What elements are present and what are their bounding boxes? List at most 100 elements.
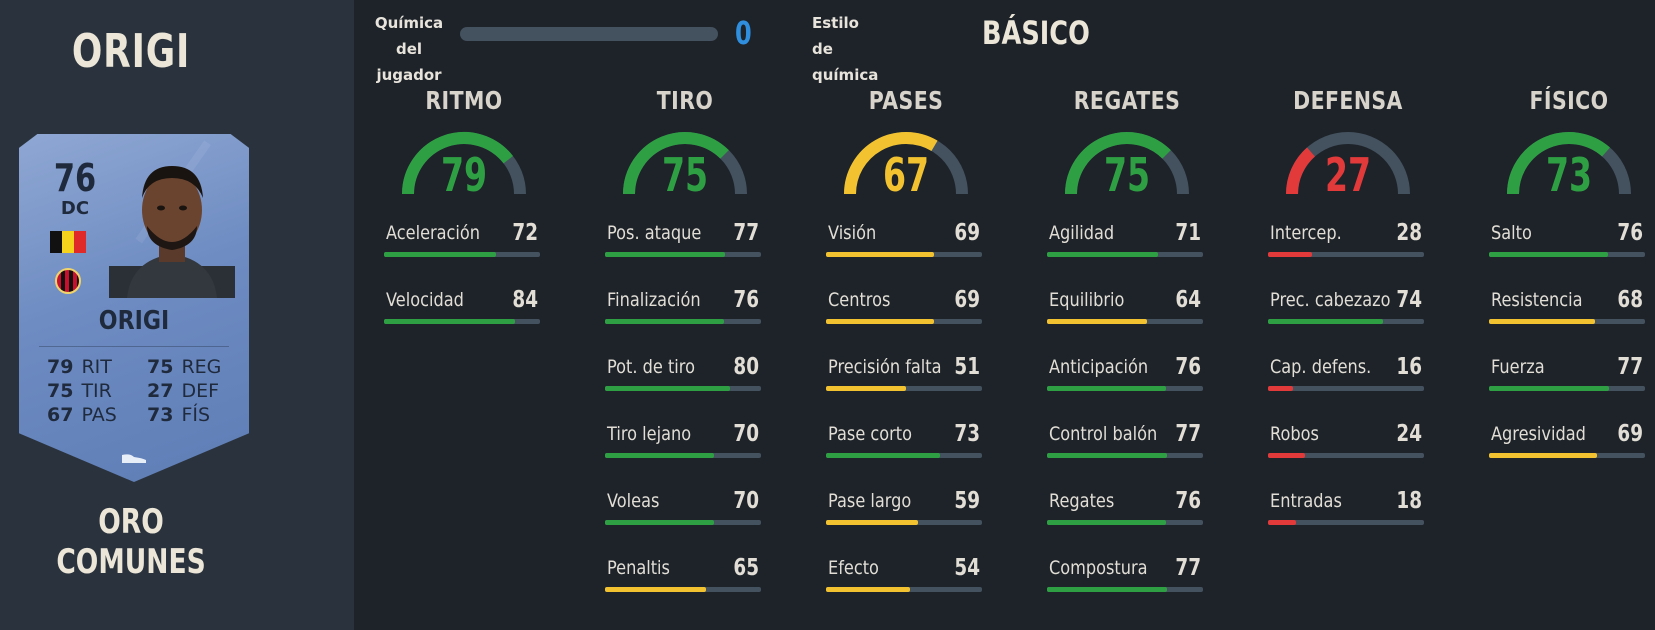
- attribute-value: 72: [512, 220, 538, 246]
- attribute-bar: [605, 252, 761, 257]
- attribute-bar: [826, 386, 982, 391]
- belgium-flag-icon: [50, 231, 86, 253]
- attribute-list: Salto 76 Resistencia 68 Fuerza 77 Agresividad 6…: [1489, 220, 1649, 490]
- attribute-name: Control balón: [1049, 423, 1158, 445]
- stat-column-title: FÍSICO: [1529, 86, 1609, 115]
- attribute-row: Aceleración 72: [384, 220, 544, 289]
- player-title: ORIGI: [71, 24, 191, 78]
- card-divider: [39, 346, 229, 347]
- stat-gauge: 79: [398, 128, 530, 204]
- attribute-row: Agilidad 71: [1047, 220, 1207, 289]
- stat-column-4: DEFENSA 27 Intercep. 28 Prec. cabezazo 74 Cap.…: [1268, 86, 1428, 525]
- attribute-name: Tiro lejano: [607, 423, 692, 445]
- attribute-row: Cap. defens. 16: [1268, 354, 1428, 423]
- attribute-bar-fill: [826, 587, 911, 592]
- attribute-name: Penaltis: [607, 557, 670, 579]
- attribute-name: Cap. defens.: [1270, 356, 1372, 378]
- chemistry-value: 0: [735, 14, 752, 52]
- attribute-name: Aceleración: [386, 222, 481, 244]
- attribute-name: Velocidad: [386, 289, 464, 311]
- stat-column-0: RITMO 79 Aceleración 72 Velocidad 84: [384, 86, 544, 324]
- attribute-bar: [826, 587, 982, 592]
- attribute-bar-fill: [1047, 252, 1158, 257]
- attribute-value: 69: [954, 287, 980, 313]
- attribute-bar: [826, 520, 982, 525]
- attribute-bar-fill: [826, 319, 934, 324]
- attribute-row: Pase corto 73: [826, 421, 986, 490]
- attribute-bar-fill: [1047, 587, 1168, 592]
- attribute-name: Visión: [828, 222, 877, 244]
- attribute-bar: [1268, 252, 1424, 257]
- gauge-value: 27: [1324, 148, 1372, 202]
- attribute-value: 76: [1175, 488, 1201, 514]
- attribute-row: Pase largo 59: [826, 488, 986, 557]
- boot-icon: [122, 454, 146, 463]
- card-stat-tir: 75 TIR: [47, 380, 112, 402]
- attribute-bar-fill: [605, 520, 715, 525]
- attribute-bar-fill: [605, 587, 707, 592]
- card-stat-reg: 75 REG: [147, 356, 222, 378]
- attribute-bar-fill: [1489, 453, 1597, 458]
- attribute-bar: [1047, 587, 1203, 592]
- attribute-bar: [1489, 386, 1645, 391]
- attribute-name: Robos: [1270, 423, 1319, 445]
- attribute-row: Visión 69: [826, 220, 986, 289]
- attribute-bar: [1489, 319, 1645, 324]
- attribute-value: 16: [1396, 354, 1422, 380]
- attribute-bar: [1268, 520, 1424, 525]
- attribute-value: 71: [1175, 220, 1201, 246]
- attribute-row: Efecto 54: [826, 555, 986, 624]
- stat-gauge: 75: [619, 128, 751, 204]
- attribute-value: 76: [733, 287, 759, 313]
- attribute-value: 51: [954, 354, 980, 380]
- attribute-value: 73: [954, 421, 980, 447]
- attribute-bar-fill: [605, 319, 724, 324]
- card-stat-def: 27 DEF: [147, 380, 220, 402]
- attribute-row: Compostura 77: [1047, 555, 1207, 624]
- attribute-bar-fill: [1268, 319, 1384, 324]
- attribute-value: 74: [1396, 287, 1422, 313]
- attribute-name: Fuerza: [1491, 356, 1545, 378]
- attribute-bar: [1268, 319, 1424, 324]
- attribute-row: Velocidad 84: [384, 287, 544, 356]
- attribute-name: Salto: [1491, 222, 1532, 244]
- attribute-bar-fill: [1268, 520, 1297, 525]
- attribute-bar-fill: [826, 520, 919, 525]
- stat-column-title: REGATES: [1073, 86, 1181, 115]
- chemistry-bar: [460, 27, 718, 41]
- card-stat-fis: 73 FÍS: [147, 404, 211, 426]
- attribute-row: Precisión falta 51: [826, 354, 986, 423]
- attribute-row: Prec. cabezazo 74: [1268, 287, 1428, 356]
- attribute-name: Pase corto: [828, 423, 913, 445]
- stat-column-3: REGATES 75 Agilidad 71 Equilibrio 64 Anticipac…: [1047, 86, 1207, 592]
- card-rating: 76: [53, 156, 97, 200]
- attribute-bar: [1268, 453, 1424, 458]
- attribute-name: Intercep.: [1270, 222, 1342, 244]
- stat-column-1: TIRO 75 Pos. ataque 77 Finalización 76 Pot. de…: [605, 86, 765, 592]
- chemistry-style-value[interactable]: BÁSICO: [982, 14, 1090, 52]
- gauge-value: 73: [1545, 148, 1593, 202]
- stat-column-2: PASES 67 Visión 69 Centros 69 Precisión falta 5…: [826, 86, 986, 592]
- attribute-bar-fill: [605, 453, 715, 458]
- attribute-value: 76: [1617, 220, 1643, 246]
- attribute-bar: [605, 587, 761, 592]
- attribute-name: Anticipación: [1049, 356, 1149, 378]
- attribute-name: Prec. cabezazo: [1270, 289, 1391, 311]
- attribute-bar: [1047, 453, 1203, 458]
- card-stat-rit: 79 RIT: [47, 356, 112, 378]
- player-card[interactable]: 76 DC ORIGI 79 RIT 75 REG 75 TIR 27 DEF …: [19, 134, 249, 482]
- gauge-value: 75: [661, 148, 709, 202]
- attribute-row: Salto 76: [1489, 220, 1649, 289]
- attribute-value: 18: [1396, 488, 1422, 514]
- attribute-list: Agilidad 71 Equilibrio 64 Anticipación 76 Cont…: [1047, 220, 1207, 624]
- card-rarity-label: ORO COMUNES: [56, 502, 206, 582]
- attribute-list: Aceleración 72 Velocidad 84: [384, 220, 544, 356]
- attribute-name: Pase largo: [828, 490, 912, 512]
- attribute-bar: [605, 386, 761, 391]
- attribute-name: Equilibrio: [1049, 289, 1125, 311]
- attribute-value: 77: [1617, 354, 1643, 380]
- player-photo: [109, 166, 235, 298]
- chemistry-style-label: Estilo de química: [812, 14, 879, 84]
- attribute-value: 24: [1396, 421, 1422, 447]
- attribute-bar-fill: [826, 386, 906, 391]
